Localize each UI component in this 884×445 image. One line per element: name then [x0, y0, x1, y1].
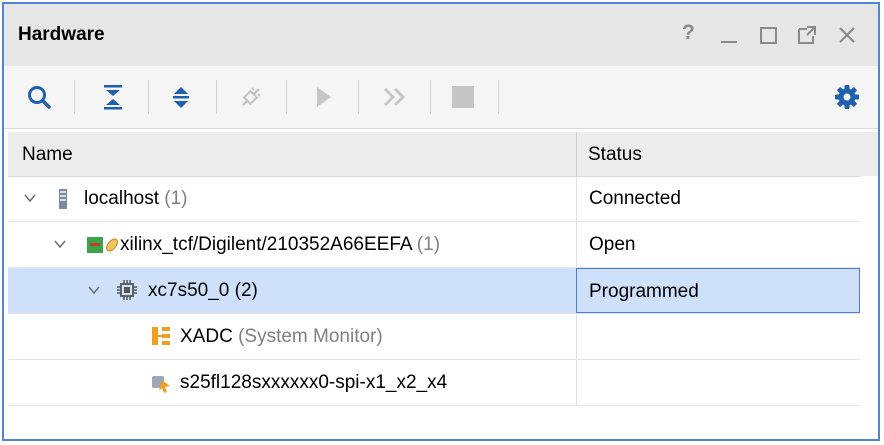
column-header-name[interactable]: Name — [22, 144, 73, 166]
tree-row-flash[interactable]: s25fl128sxxxxxx0-spi-x1_x2_x4 — [8, 360, 860, 406]
tree-row-localhost[interactable]: localhost (1) Connected — [8, 176, 860, 222]
column-header-status[interactable]: Status — [588, 144, 642, 166]
column-divider[interactable] — [576, 132, 577, 176]
chevron-down-icon[interactable] — [52, 236, 68, 252]
toolbar-separator — [430, 80, 431, 114]
tree-row-label: xilinx_tcf/Digilent/210352A66EEFA (1) — [120, 234, 441, 255]
search-button[interactable] — [24, 82, 54, 112]
chevron-down-icon[interactable] — [86, 282, 102, 298]
close-icon[interactable] — [836, 24, 858, 46]
status-cell — [576, 314, 860, 359]
server-icon — [59, 189, 67, 209]
maximize-icon[interactable] — [758, 24, 780, 46]
expand-all-icon — [173, 87, 189, 108]
auto-connect-button[interactable] — [236, 82, 266, 112]
gear-icon — [835, 85, 859, 109]
empty-tree-area[interactable] — [8, 406, 860, 439]
stop-icon — [452, 86, 474, 108]
status-text: Open — [589, 234, 636, 255]
minimize-icon[interactable] — [718, 24, 740, 46]
collapse-all-button[interactable] — [98, 82, 128, 112]
fast-forward-icon — [383, 87, 406, 107]
plug-icon — [242, 87, 261, 106]
status-cell — [576, 360, 860, 405]
toolbar-separator — [498, 80, 499, 114]
tree-row-label: localhost (1) — [84, 188, 188, 209]
toolbar-separator — [286, 80, 287, 114]
fpga-chip-icon — [117, 280, 137, 300]
search-icon — [28, 86, 51, 109]
toolbar — [4, 66, 878, 129]
help-button[interactable]: ? — [682, 22, 695, 44]
status-text: Connected — [589, 188, 681, 209]
play-icon — [317, 87, 331, 107]
tree-row-hw-target[interactable]: xilinx_tcf/Digilent/210352A66EEFA (1) Op… — [8, 222, 860, 268]
chevron-down-icon[interactable] — [22, 190, 38, 206]
tree-row-label: XADC (System Monitor) — [180, 326, 383, 347]
panel-title: Hardware — [18, 24, 105, 45]
collapse-all-icon — [104, 85, 122, 110]
toolbar-separator — [74, 80, 75, 114]
expand-all-button[interactable] — [166, 82, 196, 112]
status-text: Programmed — [589, 281, 699, 302]
table-header: Name Status — [8, 132, 860, 177]
panel-titlebar: Hardware ? — [4, 4, 878, 66]
tree-row-device[interactable]: xc7s50_0 (2) Programmed — [8, 268, 860, 314]
stop-trigger-button[interactable] — [448, 82, 478, 112]
run-trigger-immediate-button[interactable] — [380, 82, 410, 112]
float-icon[interactable] — [796, 24, 818, 46]
settings-button[interactable] — [832, 82, 862, 112]
run-trigger-button[interactable] — [308, 82, 338, 112]
flash-memory-icon — [152, 376, 170, 393]
header-scroll-gutter — [860, 132, 878, 176]
toolbar-separator — [216, 80, 217, 114]
status-cell: Connected — [576, 176, 860, 221]
status-cell: Programmed — [576, 268, 860, 313]
hardware-panel: Hardware ? Name Status localhost (1) Con… — [2, 2, 880, 441]
toolbar-separator — [148, 80, 149, 114]
tree-row-label: s25fl128sxxxxxx0-spi-x1_x2_x4 — [180, 372, 448, 393]
status-cell: Open — [576, 222, 860, 267]
toolbar-separator — [358, 80, 359, 114]
tree-row-xadc[interactable]: XADC (System Monitor) — [8, 314, 860, 360]
xadc-icon — [152, 327, 170, 345]
tree-row-label: xc7s50_0 (2) — [148, 280, 258, 301]
